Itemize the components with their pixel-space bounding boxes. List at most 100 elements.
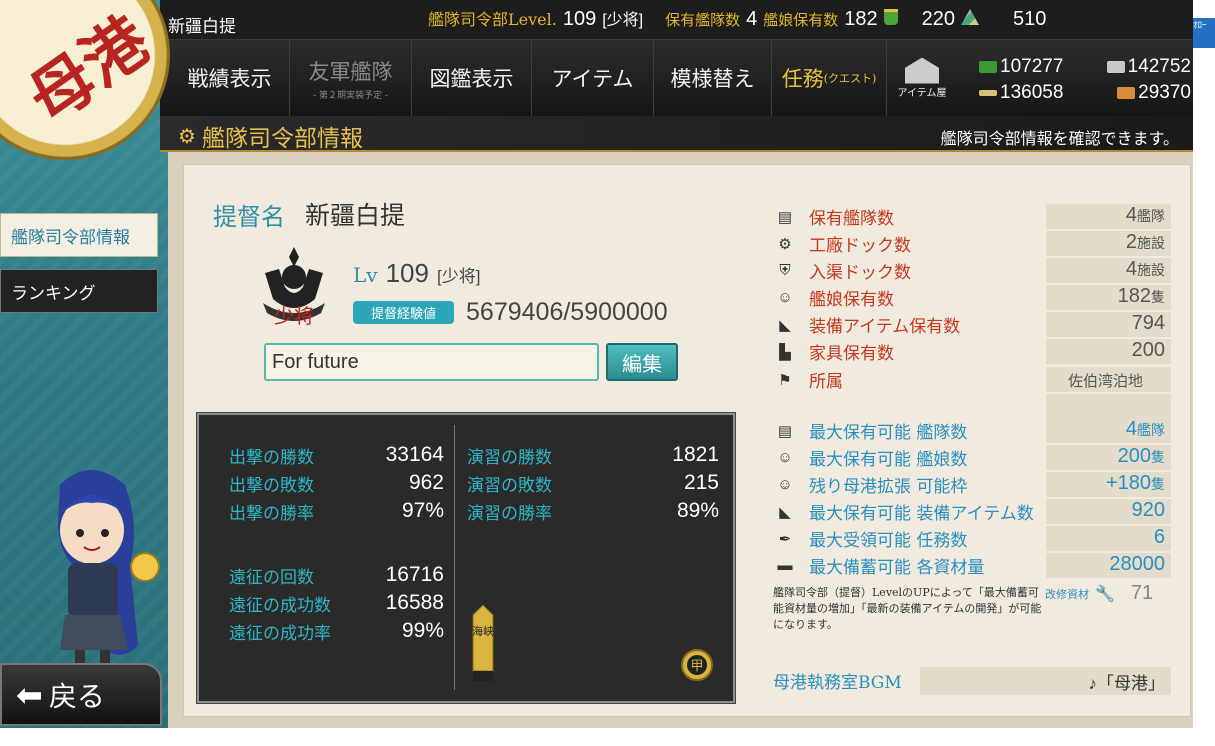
stat-row: 演習の勝率 89%: [467, 499, 719, 524]
badge-text: 甲: [690, 659, 703, 674]
info-number: 6: [1153, 526, 1165, 548]
nav-album-label: 図鑑表示: [429, 67, 514, 91]
info-unit: 艦隊: [1137, 209, 1165, 225]
info-number: 2: [1125, 231, 1137, 253]
sidebar-item-label: 艦隊司令部情報: [11, 227, 130, 247]
info-number: 182: [1117, 285, 1151, 307]
nav-record[interactable]: 戦績表示: [160, 40, 290, 116]
edit-button[interactable]: 編集: [606, 343, 678, 381]
resource-panel: 107277 142752 136058 29370: [979, 54, 1191, 106]
nav-quest-small: (クエスト): [823, 72, 877, 85]
repair-icon: ⛨: [779, 262, 791, 279]
right-edge: ｵﾛｰ: [1193, 0, 1215, 746]
nav-friend-fleet[interactable]: 友軍艦隊 - 第２期実装予定 -: [290, 40, 412, 116]
info-value: 794: [1046, 312, 1171, 337]
stat-label: 出撃の勝数: [229, 448, 314, 468]
info-row: ▤ 最大保有可能 艦隊数 4艦隊: [773, 417, 1171, 444]
info-row: ☺ 最大保有可能 艦娘数 200隻: [773, 444, 1171, 471]
info-unit: 施設: [1137, 236, 1165, 252]
info-row: ⚙ 工廠ドック数 2施設: [773, 230, 1171, 257]
improvement-label: 改修資材: [1045, 587, 1089, 601]
nav-items[interactable]: アイテム: [532, 40, 654, 116]
steel-resource: 136058: [979, 80, 1063, 106]
stat-label: 遠征の成功率: [229, 624, 331, 644]
info-value: 920: [1046, 499, 1171, 524]
info-value: 200隻: [1046, 445, 1171, 470]
main-nav: 戦績表示 友軍艦隊 - 第２期実装予定 - 図鑑表示 アイテム 模様替え 任務 (ク…: [160, 40, 1193, 116]
info-label: 装備アイテム保有数: [809, 317, 961, 337]
secretary-character[interactable]: [20, 455, 170, 670]
logo-kanji: 母港: [15, 3, 164, 138]
battle-stats-panel: 出撃の勝数 33164 出撃の敗数 962 出撃の勝率 97% 演習の勝数 1821 演…: [196, 412, 736, 704]
admiral-name-label: 提督名: [213, 203, 285, 231]
ammo-resource: 142752: [1106, 54, 1191, 80]
stat-label: 出撃の勝率: [229, 504, 314, 524]
nav-quest[interactable]: 任務 (クエスト): [772, 40, 887, 116]
comment-field[interactable]: [264, 343, 599, 381]
storage-icon: ▬: [777, 557, 793, 574]
edge-tag[interactable]: ｵﾛｰ: [1193, 18, 1215, 48]
info-label: 艦娘保有数: [809, 290, 894, 310]
equipment-icon: ◣: [779, 503, 791, 521]
nav-friend-fleet-sub: - 第２期実装予定 -: [313, 90, 388, 101]
info-number: 4: [1125, 258, 1137, 280]
flag-icon: ⚑: [778, 371, 792, 389]
girl-icon: ☺: [777, 476, 793, 493]
info-value: 200: [1046, 339, 1171, 364]
info-label: 保有艦隊数: [809, 209, 894, 229]
bgm-row: 母港執務室BGM ♪「母港」: [773, 666, 1171, 695]
stat-row: 出撃の勝率 97%: [229, 499, 444, 524]
wrench-icon: 🔧: [1095, 585, 1115, 603]
improvement-materials: 改修資材 🔧 71: [1045, 582, 1153, 605]
info-value: 4艦隊: [1046, 418, 1171, 443]
equipment-icon: ◣: [779, 316, 791, 334]
medal-icon: 海峡: [469, 604, 497, 681]
status-bar: 新疆白提 艦隊司令部 Level. 109 [少将] 保有艦隊数 4 艦娘保有数…: [160, 0, 1193, 40]
info-value: 2施設: [1046, 231, 1171, 256]
info-label: 工廠ドック数: [809, 236, 911, 256]
info-number: 4: [1125, 418, 1137, 440]
info-spacer-row: [773, 393, 1171, 420]
stat-row: 出撃の勝数 33164: [229, 443, 444, 468]
app-window: 新疆白提 艦隊司令部 Level. 109 [少将] 保有艦隊数 4 艦娘保有数…: [0, 0, 1193, 746]
nav-furniture[interactable]: 模様替え: [654, 40, 772, 116]
rank-emblem-text: 少将: [274, 304, 314, 328]
stat-value: 16716: [385, 563, 444, 586]
fleet-icon: ▤: [777, 422, 793, 440]
steel-icon: [979, 90, 997, 96]
info-value: 4施設: [1046, 258, 1171, 283]
info-label: 所属: [809, 372, 843, 392]
exp-value: 5679406/5900000: [466, 298, 668, 326]
info-value: 182隻: [1046, 285, 1171, 310]
info-label: 最大備蓄可能 各資材量: [809, 558, 985, 578]
stat-row: 遠征の成功数 16588: [229, 591, 444, 616]
girl-icon: ☺: [777, 449, 793, 466]
nav-record-label: 戦績表示: [187, 67, 272, 91]
sidebar-item-ranking[interactable]: ランキング: [0, 269, 158, 313]
ammo-icon: [1106, 61, 1125, 73]
bgm-value[interactable]: ♪「母港」: [920, 666, 1171, 695]
stat-value: 33164: [385, 443, 444, 466]
nav-shop[interactable]: アイテム屋: [887, 40, 957, 116]
info-value: 佐伯湾泊地: [1046, 367, 1171, 392]
info-label: 入渠ドック数: [809, 263, 911, 283]
fleets-label: 保有艦隊数: [665, 11, 741, 29]
ammo-value: 142752: [1127, 56, 1191, 77]
nav-album[interactable]: 図鑑表示: [412, 40, 532, 116]
nav-shop-label: アイテム屋: [897, 87, 947, 99]
devmat-count: 510: [1013, 8, 1047, 30]
stat-row: 演習の敗数 215: [467, 471, 719, 496]
info-number: 794: [1131, 312, 1165, 334]
lv-value: 109: [385, 258, 429, 288]
quill-icon: ✒: [778, 530, 792, 548]
admiral-name: 新疆白提: [168, 17, 236, 36]
rank-text: [少将]: [436, 267, 481, 286]
empty-value: [1046, 394, 1171, 419]
section-header: ⚙ 艦隊司令部情報 艦隊司令部情報を確認できます。: [160, 116, 1193, 152]
stat-label: 演習の敗数: [467, 476, 552, 496]
sidebar-item-hq-info[interactable]: 艦隊司令部情報: [0, 213, 158, 257]
info-row: ⚑ 所属 佐伯湾泊地: [773, 366, 1171, 393]
back-button[interactable]: ⬅ 戻る: [0, 663, 162, 726]
gear-icon: ⚙: [778, 235, 792, 253]
info-label: 最大保有可能 装備アイテム数: [809, 504, 1034, 524]
